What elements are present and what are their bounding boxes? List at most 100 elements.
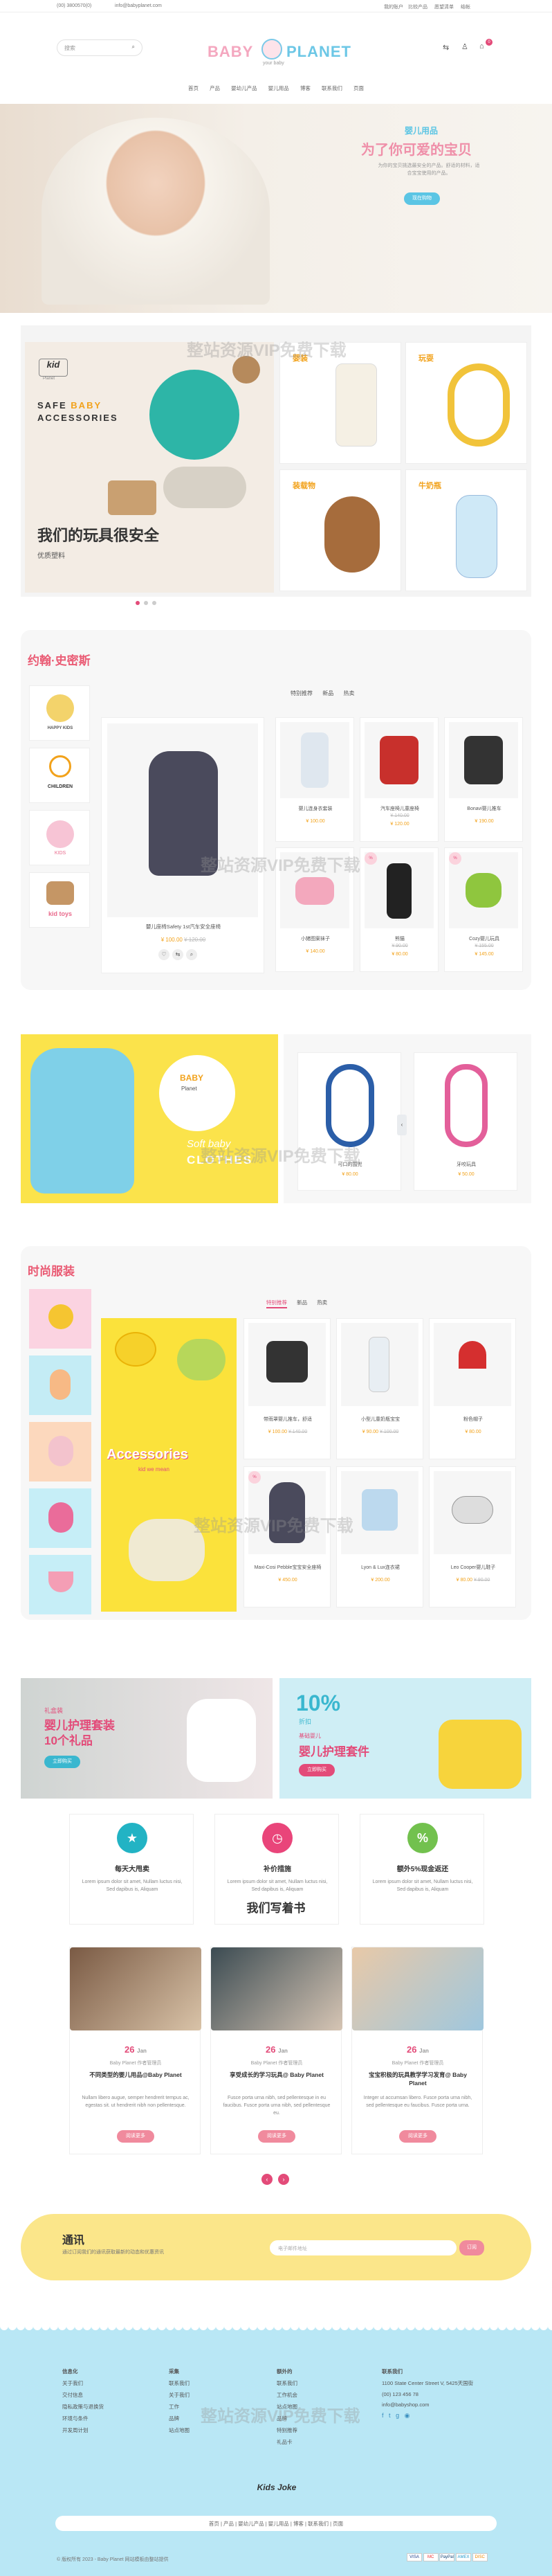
discover-icon: DISC: [472, 2553, 488, 2561]
product-card[interactable]: 带雨罩婴儿推车，舒适 ¥ 100.00 ¥ 140.00: [243, 1318, 331, 1459]
milk-bottle-image: [456, 495, 497, 578]
search-icon[interactable]: ⌕: [132, 44, 135, 51]
blog-image: [70, 1947, 201, 2030]
buy-now-button[interactable]: 立即购买: [299, 1764, 335, 1776]
tab-hot[interactable]: 热卖: [317, 1299, 327, 1306]
category-duck[interactable]: [29, 1289, 91, 1349]
carousel-prev-button[interactable]: ‹: [397, 1115, 407, 1135]
product-card[interactable]: % Maxi-Cosi Pebble宝宝安全座椅 ¥ 450.00: [243, 1466, 331, 1607]
compare-icon[interactable]: ⇆: [443, 43, 449, 52]
quick-view-icon[interactable]: ⌕: [186, 949, 197, 960]
hero-desc: 为你的宝贝挑选最安全的产品。舒适的材料，适合宝宝使用的产品。: [378, 163, 480, 176]
topbar-link-checkout[interactable]: 结帐: [461, 3, 470, 10]
category-bowl[interactable]: [29, 1555, 91, 1614]
cart-count-badge: 0: [486, 39, 493, 46]
shop-now-button[interactable]: 现在购物: [404, 192, 440, 205]
cart-icon[interactable]: ⌂: [479, 42, 484, 51]
onesie-image: [30, 1048, 134, 1194]
product-card[interactable]: % 熊猫 ¥ 90.00 ¥ 80.00: [360, 847, 439, 972]
toy-train-image: [163, 467, 246, 508]
sale-badge: %: [248, 1471, 261, 1484]
slider-dot[interactable]: [136, 601, 140, 605]
promo-tile-bottle[interactable]: 牛奶瓶: [405, 469, 527, 591]
product-card[interactable]: 汽车座椅儿童座椅 ¥ 140.00 ¥ 120.00: [360, 717, 439, 842]
promo-title: 我们的玩具很安全: [37, 527, 160, 544]
nav-item-pages[interactable]: 页面: [353, 85, 364, 91]
hero-kicker: 婴儿用品: [405, 126, 439, 136]
nav-item-blog[interactable]: 博客: [300, 85, 311, 91]
category-baby[interactable]: [29, 1422, 91, 1481]
blog-next-button[interactable]: ›: [278, 2174, 289, 2185]
offer-banner-gift-set[interactable]: 礼盒装 婴儿护理套装 10个礼品 立即购买: [21, 1678, 273, 1799]
tab-hot[interactable]: 热卖: [343, 690, 354, 696]
slider-dot[interactable]: [144, 601, 148, 605]
googleplus-icon[interactable]: g: [396, 2412, 399, 2419]
brand-logo-kids[interactable]: KIDS: [29, 810, 90, 865]
tab-new[interactable]: 新品: [297, 1299, 307, 1306]
topbar-link-account[interactable]: 我的账户: [384, 3, 403, 10]
footer-col-collect: 采集 联系我们 关于我们 工作 品牌 站点地图: [169, 2368, 190, 2433]
buy-now-button[interactable]: 立即购买: [44, 1756, 80, 1768]
product-card[interactable]: 粉色帽子 ¥ 80.00: [429, 1318, 516, 1459]
category-bib[interactable]: [29, 1488, 91, 1548]
subscribe-button[interactable]: 订阅: [459, 2240, 484, 2255]
accessories-banner[interactable]: Accessories kid we mean: [101, 1318, 237, 1612]
promo-tile-stuffed[interactable]: 装载物: [279, 469, 401, 591]
nav-item-infant[interactable]: 婴幼儿产品: [231, 85, 257, 91]
nav-item-baby[interactable]: 婴儿用品: [268, 85, 289, 91]
product-card[interactable]: 婴儿连身衣套装 ¥ 100.00: [275, 717, 354, 842]
facebook-icon[interactable]: f: [382, 2412, 384, 2419]
product-card[interactable]: 小型儿童奶瓶宝宝 ¥ 90.00 ¥ 100.00: [336, 1318, 423, 1459]
nav-item-contact[interactable]: 联系我们: [322, 85, 342, 91]
read-more-button[interactable]: 阅读更多: [117, 2130, 154, 2143]
read-more-button[interactable]: 阅读更多: [399, 2130, 436, 2143]
slider-dot[interactable]: [152, 601, 156, 605]
footer-nav: 首页 | 产品 | 婴幼儿产品 | 婴儿用品 | 博客 | 联系我们 | 页面: [55, 2516, 497, 2531]
promo-main-banner[interactable]: kid Planet SAFE BABY ACCESSORIES 我们的玩具很安…: [25, 342, 274, 593]
offer-banner-care-kit[interactable]: 10% 折扣 基础婴儿 婴儿护理套件 立即购买: [279, 1678, 531, 1799]
copyright: © 版权所有 2023 - Baby Planet 网站模板由整站提供: [57, 2557, 169, 2562]
main-nav: 首页 产品 婴幼儿产品 婴儿用品 博客 联系我们 页面: [0, 84, 552, 96]
topbar-link-compare[interactable]: 比较产品: [408, 3, 427, 10]
blog-post-card[interactable]: 26 Jan Baby Planet 作者管理员 不同类型的婴儿用品@Baby …: [69, 1947, 201, 2154]
rss-icon[interactable]: ◉: [405, 2412, 410, 2419]
email-text[interactable]: info@babyplanet.com: [115, 3, 162, 8]
promo-tile-play[interactable]: 玩耍: [405, 342, 527, 464]
wishlist-heart-icon[interactable]: ♡: [158, 949, 169, 960]
read-more-button[interactable]: 阅读更多: [258, 2130, 295, 2143]
tab-featured[interactable]: 特别推荐: [266, 1299, 287, 1308]
brand-logo-happy-kids[interactable]: HAPPY KIDS: [29, 685, 90, 741]
tab-new[interactable]: 新品: [322, 690, 333, 696]
compare-icon[interactable]: ⇆: [172, 949, 183, 960]
toy-blocks-image: [108, 480, 156, 515]
twitter-icon[interactable]: t: [389, 2412, 391, 2419]
user-icon[interactable]: ♙: [461, 42, 468, 51]
product-card[interactable]: 可口的围兜 ¥ 80.00: [297, 1052, 401, 1191]
product-card[interactable]: Leo Cooper婴儿鞋子 ¥ 80.00 ¥ 90.00: [429, 1466, 516, 1607]
brand-logo-children[interactable]: CHILDREN: [29, 748, 90, 803]
product-card[interactable]: 牙咬玩具 ¥ 50.00: [414, 1052, 517, 1191]
footer: [0, 2326, 552, 2576]
tab-featured[interactable]: 特别推荐: [291, 690, 313, 696]
toy-bowl-image: [149, 370, 239, 460]
product-card[interactable]: Lyon & Lux连衣裙 ¥ 200.00: [336, 1466, 423, 1607]
blog-prev-button[interactable]: ‹: [261, 2174, 273, 2185]
search-input[interactable]: 搜索 ⌕: [57, 39, 142, 56]
blog-post-card[interactable]: 26 Jan Baby Planet 作者管理员 宝宝积极的玩具教学学习发育@ …: [351, 1947, 484, 2154]
footer-logo[interactable]: Kids Joke: [255, 2483, 299, 2507]
mastercard-icon: MC: [423, 2553, 439, 2561]
soft-clothes-banner[interactable]: BABY Planet Soft baby CLOTHES: [21, 1034, 278, 1203]
topbar-link-wishlist[interactable]: 愿望清单: [434, 3, 454, 10]
newsletter-email-input[interactable]: 电子邮件地址: [270, 2240, 457, 2255]
site-logo[interactable]: BABY PLANET your baby: [206, 39, 351, 73]
brand-logo-kid-toys[interactable]: kid toys: [29, 872, 90, 928]
teddy-bear-image: [324, 496, 380, 573]
product-card[interactable]: % Cozy婴儿玩具 ¥ 155.00 ¥ 145.00: [444, 847, 523, 972]
paypal-icon: PayPal: [439, 2553, 455, 2561]
blog-post-card[interactable]: 26 Jan Baby Planet 作者管理员 享受成长的学习玩具@ Baby…: [210, 1947, 342, 2154]
featured-product-card[interactable]: 嬰儿座椅Safety 1st汽车安全座椅 ¥ 100.00 ¥ 120.00 ♡…: [101, 717, 264, 973]
nav-item-products[interactable]: 产品: [210, 85, 220, 91]
category-rabbit[interactable]: [29, 1355, 91, 1415]
nav-item-home[interactable]: 首页: [188, 85, 199, 91]
product-card[interactable]: Bonavi婴儿推车 ¥ 190.00: [444, 717, 523, 842]
